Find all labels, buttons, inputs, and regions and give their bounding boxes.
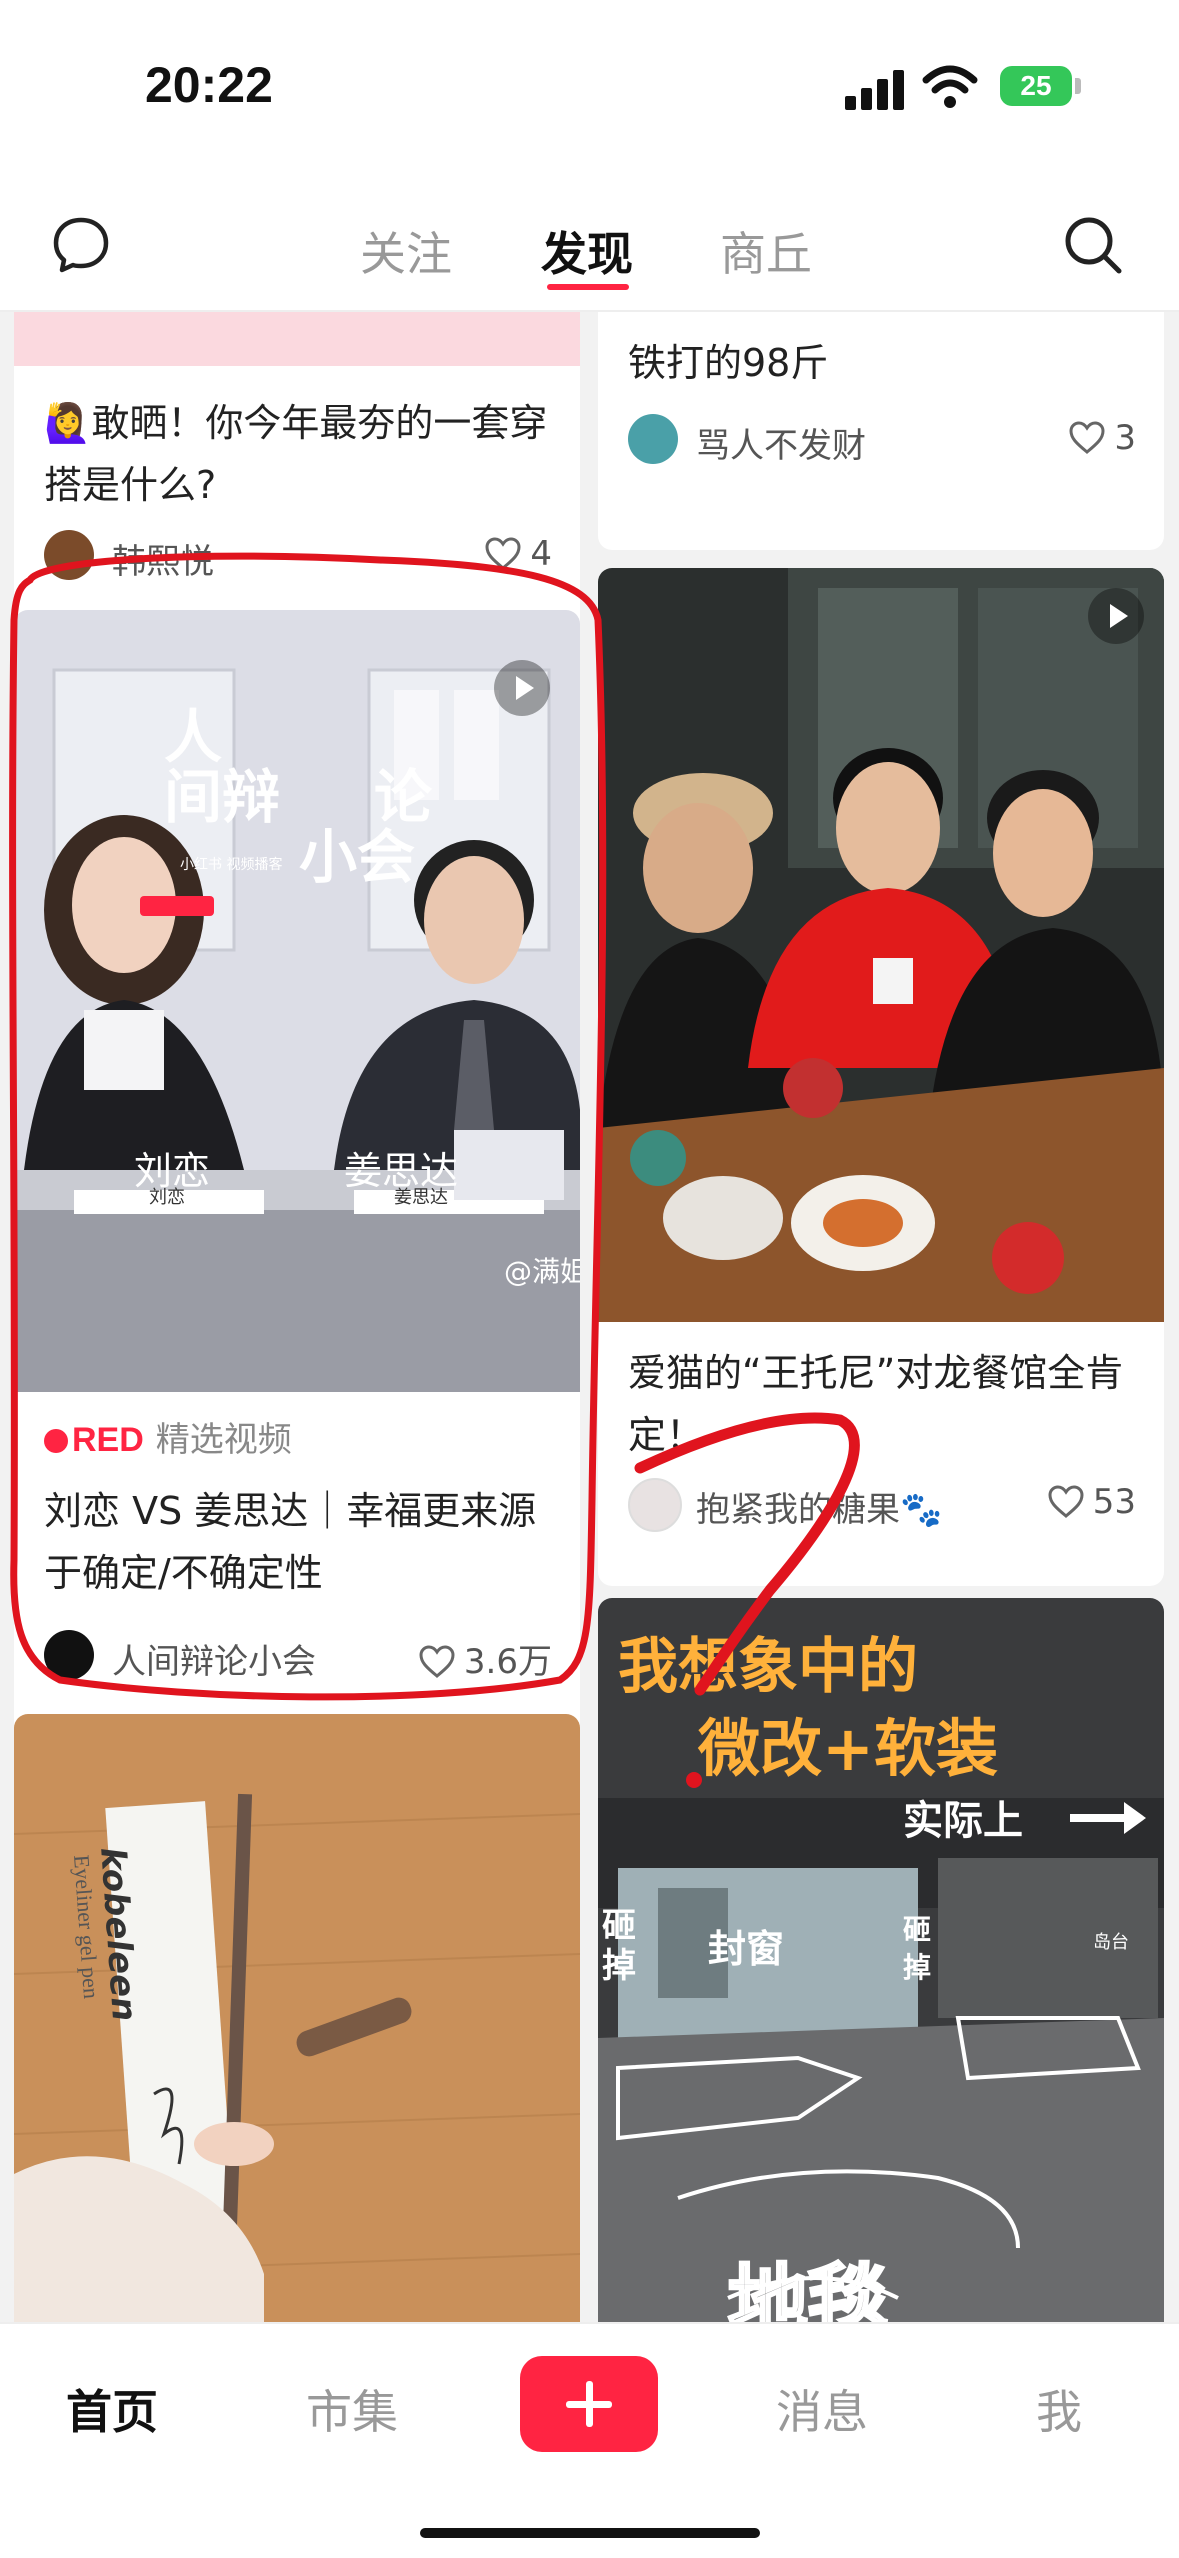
- like-button[interactable]: 53: [1047, 1482, 1136, 1522]
- bottom-nav-messages[interactable]: 消息: [776, 2376, 868, 2442]
- red-tag: RED 精选视频: [44, 1412, 292, 1461]
- red-label: RED: [72, 1421, 144, 1459]
- avatar[interactable]: [44, 1630, 94, 1680]
- bottom-nav-me[interactable]: 我: [1036, 2376, 1082, 2442]
- overlay-headline-2: 微改+软装: [698, 1712, 998, 1785]
- note-title: 铁打的98斤: [628, 341, 829, 385]
- like-button[interactable]: 3: [1068, 418, 1136, 458]
- avatar[interactable]: [628, 1478, 682, 1532]
- home-indicator: [420, 2528, 760, 2538]
- overlay-headline-1: 我想象中的: [618, 1632, 918, 1702]
- like-count: 53: [1092, 1482, 1136, 1522]
- note-card[interactable]: 铁打的98斤 骂人不发财 3: [598, 312, 1164, 550]
- bottom-nav-market[interactable]: 市集: [306, 2376, 398, 2442]
- like-button[interactable]: 3.6万: [418, 1634, 552, 1683]
- discover-feed[interactable]: 🙋‍♀️敢晒！你今年最夯的一套穿搭是什么? 韩熙悦 4: [0, 312, 1179, 2322]
- bottom-nav-home[interactable]: 首页: [66, 2376, 158, 2442]
- overlay-label-a2: 掉: [602, 1946, 636, 1986]
- battery-indicator: 25: [1000, 66, 1072, 106]
- author-name[interactable]: 抱紧我的糖果🐾: [696, 1482, 942, 1531]
- heart-icon: [1069, 421, 1105, 454]
- author-name[interactable]: 韩熙悦: [112, 534, 214, 583]
- note-title: 爱猫的“王托尼”对龙餐馆全肯定！: [628, 1351, 1124, 1457]
- name-plate-right: 姜思达: [394, 1187, 448, 1208]
- show-title-line2: 间辩: [164, 763, 281, 831]
- note-author-row: 韩熙悦 4: [44, 530, 552, 584]
- note-author-row: 骂人不发财 3: [628, 414, 1136, 468]
- chat-bubble-icon[interactable]: [52, 216, 110, 274]
- overlay-label-d: 岛台: [1093, 1932, 1129, 1953]
- like-count: 3: [1114, 418, 1136, 458]
- note-card[interactable]: 我想象中的 微改+软装 实际上 砸 掉 封窗 砸 掉 岛台 地毯: [598, 1598, 1164, 2322]
- note-card[interactable]: kobeleen Eyeliner gel pen: [14, 1714, 580, 2322]
- author-name[interactable]: 人间辩论小会: [112, 1634, 316, 1683]
- battery-nub: [1075, 78, 1081, 94]
- show-title-line3: 小会: [299, 823, 416, 891]
- overlay-actual: 实际上: [903, 1798, 1023, 1844]
- note-title: 🙋‍♀️敢晒！你今年最夯的一套穿搭是什么?: [44, 401, 548, 507]
- author-name[interactable]: 骂人不发财: [696, 418, 866, 467]
- tab-active-indicator: [547, 284, 629, 290]
- heart-icon: [485, 537, 521, 570]
- overlay-label-b: 封窗: [708, 1927, 785, 1971]
- top-nav: 关注 发现 商丘: [0, 170, 1179, 312]
- like-button[interactable]: 4: [484, 534, 552, 574]
- tab-local[interactable]: 商丘: [720, 218, 812, 284]
- cellular-signal-icon: [845, 68, 905, 110]
- like-count: 4: [530, 534, 552, 574]
- status-bar: 20:22 25: [0, 0, 1179, 170]
- note-card-video[interactable]: 爱猫的“王托尼”对龙餐馆全肯定！ 抱紧我的糖果🐾 53: [598, 568, 1164, 1586]
- heart-icon: [419, 1645, 455, 1678]
- like-count: 3.6万: [463, 1642, 552, 1682]
- tab-discover[interactable]: 发现: [541, 218, 633, 284]
- publish-plus-button[interactable]: [520, 2356, 658, 2452]
- overlay-floor-label: 地毯: [727, 2255, 890, 2323]
- avatar[interactable]: [628, 414, 678, 464]
- video-play-icon: [1088, 588, 1144, 644]
- tab-follow[interactable]: 关注: [360, 218, 452, 284]
- red-sub-label: 精选视频: [155, 1420, 292, 1460]
- bottom-nav: 首页 市集 消息 我: [0, 2322, 1179, 2558]
- note-title: 刘恋 VS 姜思达｜幸福更来源于确定/不确定性: [44, 1489, 537, 1595]
- video-cover-image[interactable]: [14, 610, 580, 1392]
- note-cover-image[interactable]: [14, 312, 580, 366]
- overlay-label-c2: 掉: [903, 1951, 932, 1984]
- search-icon[interactable]: [1062, 214, 1124, 276]
- show-badge: 小红书 视频播客: [180, 857, 283, 873]
- note-author-row: 人间辩论小会 3.6万: [44, 1630, 552, 1684]
- name-plate-left: 刘恋: [149, 1187, 185, 1208]
- overlay-label-c: 砸: [903, 1913, 932, 1946]
- avatar[interactable]: [44, 530, 94, 580]
- video-play-icon: [494, 660, 550, 716]
- watermark: @满姐er: [504, 1255, 580, 1288]
- arrow-right-icon: [1070, 1802, 1146, 1834]
- note-cover-image[interactable]: [598, 568, 1164, 1322]
- status-time: 20:22: [145, 57, 273, 113]
- heart-icon: [1048, 1485, 1084, 1518]
- note-cover-image[interactable]: [14, 1714, 580, 2322]
- red-dot-icon: [44, 1429, 68, 1453]
- note-author-row: 抱紧我的糖果🐾 53: [628, 1478, 1136, 1532]
- wifi-icon: [922, 65, 978, 108]
